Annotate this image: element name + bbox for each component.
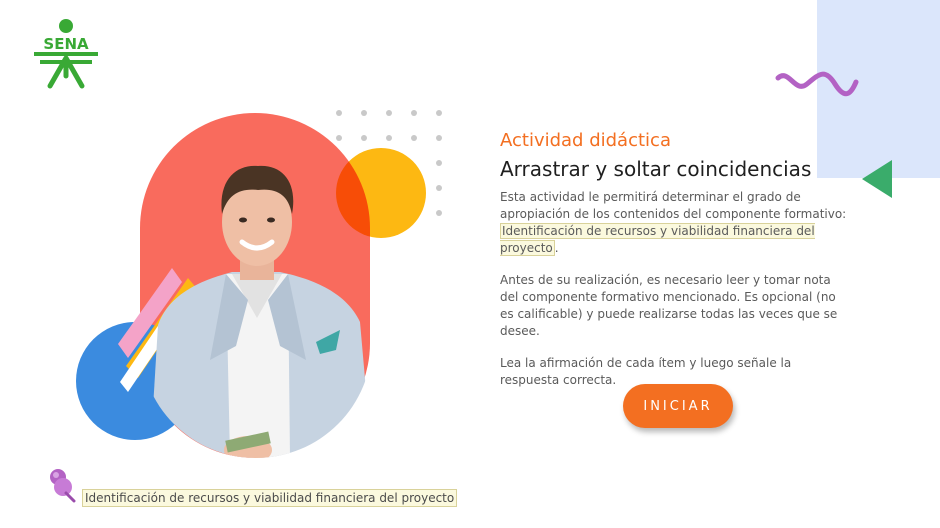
sena-logo-icon: SENA xyxy=(34,19,98,89)
logo-text: SENA xyxy=(43,35,89,53)
highlighted-component-name: Identificación de recursos y viabilidad … xyxy=(500,223,815,256)
intro-text: Esta actividad le permitirá determinar e… xyxy=(500,190,847,221)
triangle-decoration xyxy=(862,160,892,198)
yellow-circle-decoration xyxy=(336,148,426,238)
activity-description: Actividad didáctica Arrastrar y soltar c… xyxy=(500,128,850,404)
activity-kicker: Actividad didáctica xyxy=(500,130,671,151)
footer-component-title: Identificación de recursos y viabilidad … xyxy=(82,489,458,507)
prerequisite-paragraph: Antes de su realización, es necesario le… xyxy=(500,273,838,338)
squiggle-decoration xyxy=(775,71,859,97)
intro-paragraph: Esta actividad le permitirá determinar e… xyxy=(500,189,850,257)
start-button[interactable]: INICIAR xyxy=(623,384,733,428)
intro-period: . xyxy=(554,241,559,255)
sena-logo: SENA xyxy=(30,18,102,90)
pushpin-icon xyxy=(50,469,76,503)
activity-title: Arrastrar y soltar coincidencias xyxy=(500,157,812,181)
